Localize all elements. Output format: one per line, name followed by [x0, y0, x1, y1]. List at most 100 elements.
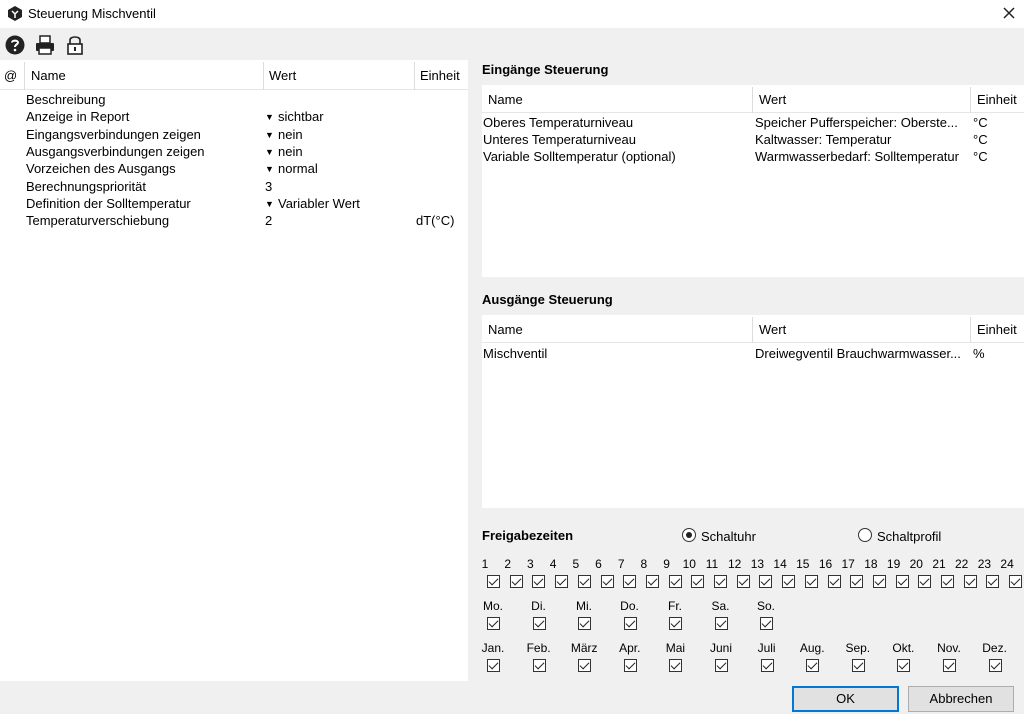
month-checkbox[interactable] — [760, 659, 774, 672]
cancel-button[interactable]: Abbrechen — [908, 686, 1014, 712]
property-row[interactable]: Anzeige in Report ▼ sichtbar — [0, 108, 468, 125]
month-checkbox[interactable] — [897, 659, 911, 672]
hour-checkbox[interactable] — [509, 575, 523, 588]
table-row[interactable]: Oberes Temperaturniveau Speicher Puffers… — [482, 114, 1024, 131]
property-row[interactable]: Definition der Solltemperatur ▼ Variabler… — [0, 195, 468, 212]
month-checkbox[interactable] — [578, 659, 592, 672]
dropdown-arrow-icon[interactable]: ▼ — [265, 127, 275, 144]
dropdown-arrow-icon[interactable]: ▼ — [265, 196, 275, 213]
month-checkbox[interactable] — [715, 659, 728, 672]
property-value[interactable]: 3 — [265, 178, 272, 195]
property-value[interactable]: 2 — [265, 212, 272, 229]
table-row[interactable]: Mischventil Dreiwegventil Brauchwarmwass… — [482, 345, 1024, 362]
hour-checkbox[interactable] — [736, 575, 750, 588]
print-icon[interactable] — [34, 34, 56, 56]
hour-checkbox[interactable] — [918, 575, 932, 588]
hour-checkbox[interactable] — [645, 575, 659, 588]
month-checkbox[interactable] — [851, 659, 865, 672]
property-row[interactable]: Berechnungspriorität 3 — [0, 178, 468, 195]
column-header-name[interactable]: Name — [25, 60, 66, 90]
column-header-value[interactable]: Wert — [753, 315, 786, 343]
weekday-checkbox[interactable] — [669, 617, 682, 630]
hour-checkbox[interactable] — [986, 575, 1000, 588]
weekday-checkbox[interactable] — [623, 617, 637, 630]
property-row[interactable]: Eingangsverbindungen zeigen ▼ nein — [0, 126, 468, 143]
hour-checkbox[interactable] — [691, 575, 705, 588]
weekday-checkbox[interactable] — [578, 617, 591, 630]
radio-schaltuhr-label[interactable]: Schaltuhr — [701, 529, 756, 544]
hour-checkbox[interactable] — [532, 575, 546, 588]
hour-checkbox[interactable] — [714, 575, 727, 588]
dropdown-value[interactable]: ▼ normal — [265, 160, 318, 178]
month-checkbox[interactable] — [988, 659, 1002, 672]
column-header-value[interactable]: Wert — [263, 60, 296, 90]
title-bar: Steuerung Mischventil — [0, 0, 1024, 28]
property-row[interactable]: Temperaturverschiebung 2 dT(°C) — [0, 212, 468, 229]
hour-checkbox[interactable] — [850, 575, 864, 588]
column-header-name[interactable]: Name — [482, 85, 523, 113]
month-checkbox[interactable] — [487, 659, 500, 672]
column-header-unit[interactable]: Einheit — [414, 60, 460, 90]
column-header-unit[interactable]: Einheit — [971, 85, 1017, 113]
hour-checkbox[interactable] — [555, 575, 569, 588]
hour-label: 7 — [617, 557, 625, 571]
hour-checkbox[interactable] — [963, 575, 977, 588]
weekday-checkbox[interactable] — [487, 617, 500, 630]
column-header-value[interactable]: Wert — [753, 85, 786, 113]
hour-label: 2 — [504, 557, 512, 571]
dropdown-arrow-icon[interactable]: ▼ — [265, 161, 275, 178]
lock-icon[interactable] — [64, 34, 86, 56]
hour-checkbox[interactable] — [487, 575, 500, 588]
column-header-at[interactable]: @ — [0, 60, 24, 90]
hour-label: 9 — [663, 557, 670, 571]
hour-checkbox[interactable] — [895, 575, 909, 588]
weekday-checkbox[interactable] — [760, 617, 773, 630]
hour-checkbox[interactable] — [827, 575, 841, 588]
month-label: März — [570, 641, 598, 655]
hour-label: 11 — [705, 557, 719, 571]
month-label: Mai — [665, 641, 686, 655]
hour-label: 3 — [527, 557, 534, 571]
month-checkbox[interactable] — [532, 659, 546, 672]
ok-button[interactable]: OK — [792, 686, 899, 712]
column-header-name[interactable]: Name — [482, 315, 523, 343]
table-row[interactable]: Unteres Temperaturniveau Kaltwasser: Tem… — [482, 131, 1024, 148]
radio-schaltuhr[interactable] — [682, 528, 696, 542]
property-row[interactable]: Vorzeichen des Ausgangs ▼ normal — [0, 160, 468, 177]
dropdown-value[interactable]: ▼ sichtbar — [265, 108, 324, 126]
hour-checkbox[interactable] — [1009, 575, 1023, 588]
dropdown-arrow-icon[interactable]: ▼ — [265, 109, 275, 126]
dropdown-value[interactable]: ▼ nein — [265, 126, 303, 144]
hour-checkbox[interactable] — [941, 575, 954, 588]
hour-label: 22 — [955, 557, 969, 571]
hour-checkbox[interactable] — [577, 575, 591, 588]
property-row[interactable]: Beschreibung — [0, 91, 468, 108]
hour-checkbox[interactable] — [782, 575, 796, 588]
weekday-label: Mo. — [482, 599, 503, 613]
month-label: Juni — [709, 641, 732, 655]
hour-checkbox[interactable] — [804, 575, 818, 588]
help-icon[interactable] — [4, 34, 26, 56]
dropdown-arrow-icon[interactable]: ▼ — [265, 144, 275, 161]
radio-schaltprofil[interactable] — [858, 528, 872, 542]
radio-schaltprofil-label[interactable]: Schaltprofil — [877, 529, 941, 544]
hour-checkbox[interactable] — [623, 575, 637, 588]
month-checkbox[interactable] — [623, 659, 637, 672]
month-checkbox[interactable] — [669, 659, 683, 672]
hour-label: 18 — [864, 557, 878, 571]
close-icon[interactable] — [996, 2, 1022, 26]
weekday-checkbox[interactable] — [714, 617, 728, 630]
table-row[interactable]: Variable Solltemperatur (optional) Warmw… — [482, 148, 1024, 165]
property-row[interactable]: Ausgangsverbindungen zeigen ▼ nein — [0, 143, 468, 160]
hour-checkbox[interactable] — [600, 575, 614, 588]
hour-checkbox[interactable] — [872, 575, 886, 588]
month-checkbox[interactable] — [943, 659, 956, 672]
month-checkbox[interactable] — [806, 659, 820, 672]
hour-checkbox[interactable] — [668, 575, 682, 588]
weekday-checkbox[interactable] — [532, 617, 546, 630]
hour-label: 13 — [750, 557, 765, 571]
column-header-unit[interactable]: Einheit — [971, 315, 1017, 343]
hour-checkbox[interactable] — [759, 575, 773, 588]
dropdown-value[interactable]: ▼ nein — [265, 143, 303, 161]
dropdown-value[interactable]: ▼ Variabler Wert — [265, 195, 360, 213]
